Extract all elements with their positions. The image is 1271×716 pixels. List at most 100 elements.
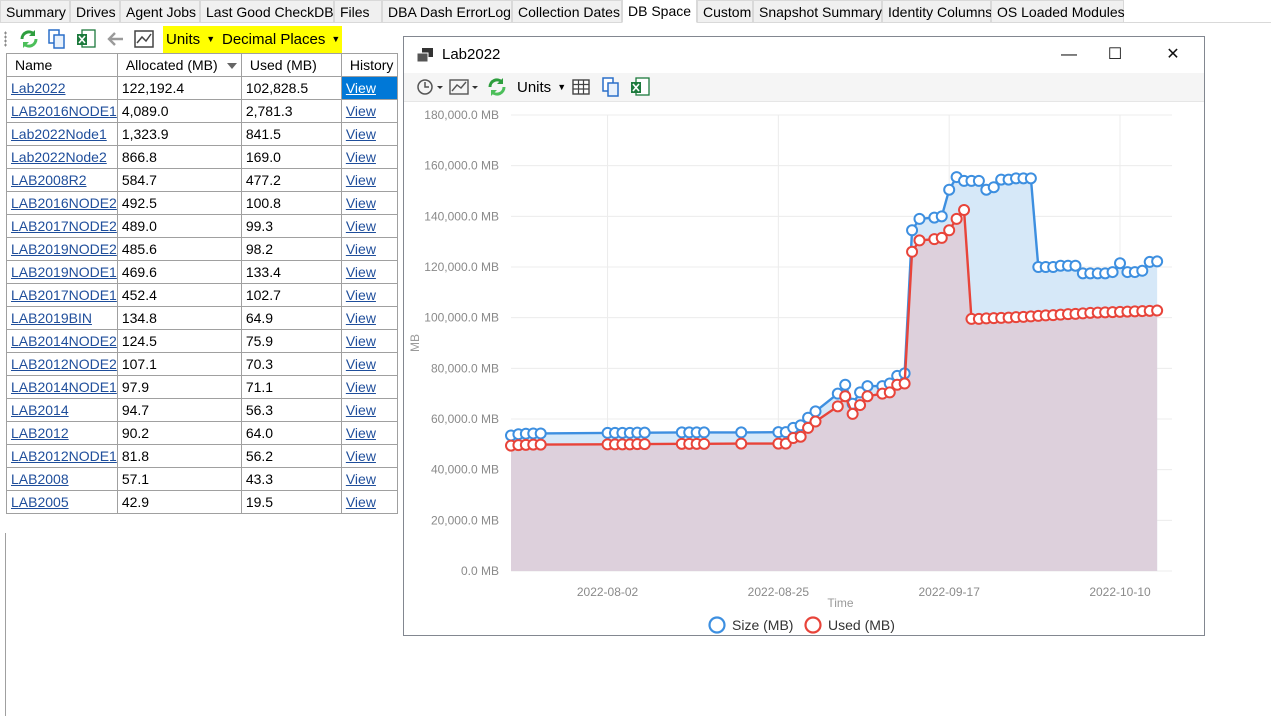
tab-identity-columns[interactable]: Identity Columns — [882, 0, 992, 22]
chart-type-dropdown[interactable] — [449, 78, 481, 96]
cell-allocated: 452.4 — [116, 283, 242, 307]
table-row: LAB2012NODE1 81.8 56.2 View — [6, 444, 398, 468]
history-view-link[interactable]: View — [346, 471, 376, 487]
tab-last-good-checkdb[interactable]: Last Good CheckDB — [200, 0, 334, 22]
chart-refresh-icon[interactable] — [486, 76, 508, 98]
database-name-link[interactable]: LAB2019NODE1 — [11, 264, 117, 280]
minimize-button[interactable]: — — [1046, 37, 1092, 73]
cell-name: LAB2014NODE2 — [6, 329, 118, 353]
tab-db-space[interactable]: DB Space — [622, 0, 697, 23]
cell-name: Lab2022Node2 — [6, 145, 118, 169]
database-name-link[interactable]: LAB2012NODE1 — [11, 448, 117, 464]
database-name-link[interactable]: LAB2017NODE2 — [11, 218, 117, 234]
database-name-link[interactable]: LAB2014 — [11, 402, 69, 418]
tab-drives[interactable]: Drives — [70, 0, 120, 22]
database-name-link[interactable]: LAB2008R2 — [11, 172, 87, 188]
data-point — [913, 234, 926, 247]
data-point — [958, 204, 971, 216]
decimal-places-dropdown[interactable]: Decimal Places ▼ — [218, 26, 342, 53]
history-view-link[interactable]: View — [346, 264, 376, 280]
chart-units-dropdown[interactable]: Units ▼ — [517, 79, 566, 96]
units-dropdown[interactable]: Units ▼ — [163, 26, 218, 53]
table-row: LAB2008 57.1 43.3 View — [6, 467, 398, 491]
history-view-link[interactable]: View — [346, 425, 376, 441]
cell-allocated: 57.1 — [116, 467, 242, 491]
tab-agent-jobs[interactable]: Agent Jobs — [120, 0, 200, 22]
y-tick-label: 120,000.0 MB — [424, 260, 499, 274]
history-view-link[interactable]: View — [346, 195, 376, 211]
tab-collection-dates[interactable]: Collection Dates — [512, 0, 622, 22]
tab-summary[interactable]: Summary — [0, 0, 70, 22]
maximize-button[interactable]: ☐ — [1092, 37, 1138, 73]
sort-descending-icon — [226, 63, 237, 69]
tab-custom[interactable]: Custom — [697, 0, 753, 22]
database-name-link[interactable]: LAB2012 — [11, 425, 69, 441]
tab-dba-dash-errorlog[interactable]: DBA Dash ErrorLog — [382, 0, 512, 22]
chart-toolbar: Units ▼ — [404, 73, 1204, 102]
database-name-link[interactable]: LAB2014NODE2 — [11, 333, 117, 349]
history-view-link[interactable]: View — [346, 126, 376, 142]
cell-name: LAB2017NODE2 — [6, 214, 118, 238]
close-button[interactable]: ✕ — [1150, 37, 1196, 73]
history-view-link[interactable]: View — [346, 494, 376, 510]
column-header-history[interactable]: History — [340, 53, 398, 77]
table-row: LAB2016NODE1 4,089.0 2,781.3 View — [6, 99, 398, 123]
column-header-name[interactable]: Name — [6, 53, 118, 77]
column-header-used[interactable]: Used (MB) — [240, 53, 342, 77]
history-view-link[interactable]: View — [346, 80, 376, 96]
database-name-link[interactable]: LAB2016NODE1 — [11, 103, 117, 119]
table-row: LAB2012NODE2 107.1 70.3 View — [6, 352, 398, 376]
cell-history: View — [340, 375, 398, 399]
history-view-link[interactable]: View — [346, 287, 376, 303]
database-name-link[interactable]: LAB2012NODE2 — [11, 356, 117, 372]
history-view-link[interactable]: View — [346, 149, 376, 165]
database-name-link[interactable]: LAB2005 — [11, 494, 69, 510]
cell-used: 98.2 — [240, 237, 342, 261]
tab-strip: Summary Drives Agent Jobs Last Good CheckDB… — [0, 0, 1271, 23]
cell-name: LAB2012NODE1 — [6, 444, 118, 468]
database-name-link[interactable]: LAB2017NODE1 — [11, 287, 117, 303]
y-tick-label: 60,000.0 MB — [431, 412, 499, 426]
chart-icon[interactable] — [133, 28, 155, 50]
history-view-link[interactable]: View — [346, 218, 376, 234]
history-view-link[interactable]: View — [346, 310, 376, 326]
data-point — [935, 210, 948, 223]
cell-history: View — [340, 260, 398, 284]
history-view-link[interactable]: View — [346, 356, 376, 372]
cell-name: LAB2019NODE2 — [6, 237, 118, 261]
history-view-link[interactable]: View — [346, 402, 376, 418]
history-view-link[interactable]: View — [346, 448, 376, 464]
refresh-icon[interactable] — [18, 28, 40, 50]
chart-window: Lab2022 — ☐ ✕ Units ▼ 0.0 MB 20,000.0 MB… — [403, 36, 1205, 636]
tab-os-loaded-modules[interactable]: OS Loaded Modules — [991, 0, 1125, 22]
chart-copy-icon[interactable] — [600, 76, 622, 98]
toolbar-grip[interactable] — [4, 31, 7, 47]
database-name-link[interactable]: LAB2019NODE2 — [11, 241, 117, 257]
cell-allocated: 81.8 — [116, 444, 242, 468]
cell-history: View — [340, 398, 398, 422]
legend-marker-size — [708, 616, 726, 634]
database-name-link[interactable]: Lab2022Node2 — [11, 149, 107, 165]
database-name-link[interactable]: Lab2022Node1 — [11, 126, 107, 142]
excel-icon[interactable] — [75, 28, 97, 50]
database-name-link[interactable]: LAB2008 — [11, 471, 69, 487]
history-view-link[interactable]: View — [346, 172, 376, 188]
database-name-link[interactable]: LAB2014NODE1 — [11, 379, 117, 395]
column-header-allocated[interactable]: Allocated (MB) — [116, 53, 242, 77]
copy-icon[interactable] — [46, 28, 68, 50]
table-view-icon[interactable] — [571, 77, 591, 97]
history-view-link[interactable]: View — [346, 333, 376, 349]
history-view-link[interactable]: View — [346, 241, 376, 257]
tab-snapshot-summary[interactable]: Snapshot Summary — [753, 0, 882, 22]
database-name-link[interactable]: LAB2016NODE2 — [11, 195, 117, 211]
chart-excel-icon[interactable] — [629, 76, 651, 98]
history-view-link[interactable]: View — [346, 379, 376, 395]
tab-files[interactable]: Files — [334, 0, 382, 22]
database-name-link[interactable]: LAB2019BIN — [11, 310, 92, 326]
y-tick-label: 40,000.0 MB — [431, 463, 499, 477]
cell-allocated: 489.0 — [116, 214, 242, 238]
back-arrow-icon[interactable] — [104, 28, 126, 50]
database-name-link[interactable]: Lab2022 — [11, 80, 66, 96]
history-view-link[interactable]: View — [346, 103, 376, 119]
time-range-dropdown[interactable] — [416, 78, 446, 96]
